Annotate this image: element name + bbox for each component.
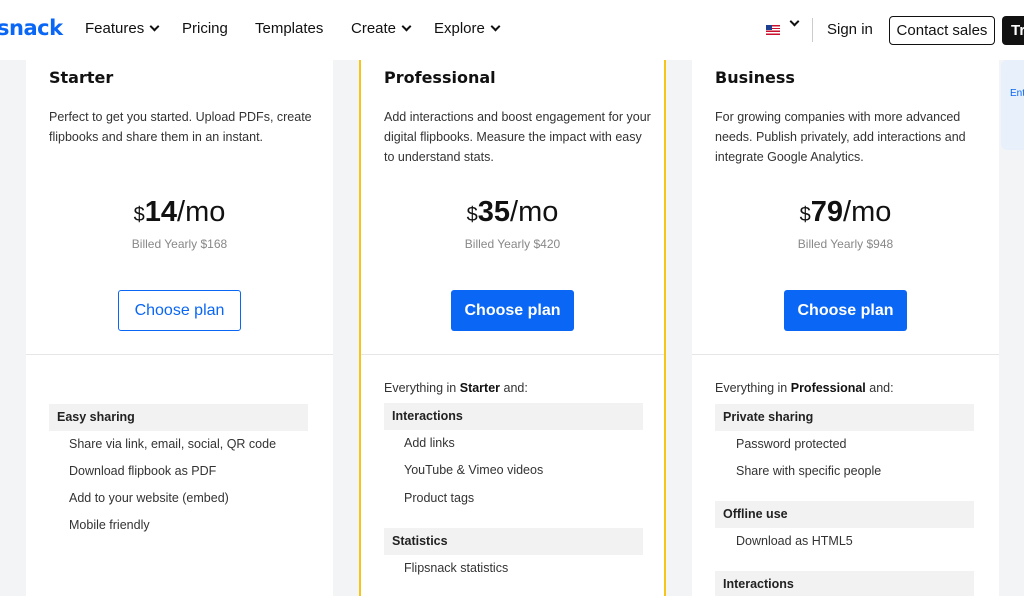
price-amount: 35 — [477, 196, 511, 228]
price-currency: $ — [133, 204, 145, 226]
enterprise-label: Ent — [1010, 88, 1024, 99]
chevron-down-icon — [490, 21, 501, 32]
plan-name: Business — [715, 68, 795, 87]
feature-item: Password protected — [736, 437, 847, 451]
nav-features-label: Features — [85, 20, 145, 37]
choose-plan-button[interactable]: Choose plan — [118, 290, 241, 331]
price-currency: $ — [799, 204, 811, 226]
feature-item: YouTube & Vimeo videos — [404, 463, 544, 477]
plan-description: Add interactions and boost engagement fo… — [384, 110, 651, 164]
nav-pricing-label: Pricing — [182, 20, 228, 37]
intro-suffix: and: — [865, 381, 894, 395]
card-divider — [692, 354, 999, 355]
nav-create-label: Create — [351, 20, 397, 37]
top-navigation: snack Features Pricing Templates Create … — [0, 0, 1024, 60]
choose-plan-button[interactable]: Choose plan — [451, 290, 574, 331]
plan-name: Starter — [49, 68, 114, 87]
intro-plan: Starter — [459, 381, 501, 395]
card-divider — [361, 354, 664, 355]
price-amount: 79 — [810, 196, 844, 228]
nav-create[interactable]: Create — [351, 20, 412, 37]
intro-prefix: Everything in — [715, 381, 791, 395]
intro-suffix: and: — [500, 381, 528, 395]
contact-sales-button[interactable]: Contact sales — [889, 16, 995, 45]
nav-divider — [812, 18, 813, 42]
plan-card-starter: Starter Perfect to get you started. Uplo… — [26, 60, 333, 596]
nav-explore[interactable]: Explore — [434, 20, 501, 37]
plan-card-business: Business For growing companies with more… — [692, 60, 999, 596]
price-period: /mo — [177, 196, 226, 228]
plan-intro: Everything in Starter and: — [384, 381, 528, 395]
nav-templates-label: Templates — [255, 20, 324, 37]
feature-group-heading: Offline use — [715, 501, 974, 528]
price-currency: $ — [466, 204, 478, 226]
nav-pricing[interactable]: Pricing — [182, 20, 228, 37]
chevron-down-icon[interactable] — [789, 16, 800, 27]
feature-item: Share via link, email, social, QR code — [69, 437, 277, 451]
plan-description: Perfect to get you started. Upload PDFs,… — [49, 110, 312, 144]
intro-prefix: Everything in — [384, 381, 460, 395]
price-amount: 14 — [144, 196, 178, 228]
sign-in-link[interactable]: Sign in — [827, 21, 873, 38]
price-period: /mo — [843, 196, 892, 228]
logo[interactable]: snack — [0, 16, 63, 40]
plan-price: $14/mo — [26, 196, 333, 229]
intro-plan: Professional — [790, 381, 866, 395]
nav-explore-label: Explore — [434, 20, 485, 37]
chevron-down-icon — [149, 21, 160, 32]
feature-item: Download flipbook as PDF — [69, 464, 217, 478]
feature-group-heading: Statistics — [384, 528, 643, 555]
feature-group-heading: Private sharing — [715, 404, 974, 431]
price-period: /mo — [510, 196, 559, 228]
billed-yearly: Billed Yearly $948 — [797, 237, 894, 251]
plan-card-enterprise-peek[interactable]: Ent — [1001, 60, 1024, 150]
plan-name: Professional — [384, 68, 496, 87]
feature-item: Share with specific people — [736, 464, 882, 478]
feature-item: Download as HTML5 — [736, 534, 853, 548]
feature-item: Product tags — [404, 491, 475, 505]
feature-item: Add to your website (embed) — [69, 491, 229, 505]
feature-group-heading: Interactions — [384, 403, 643, 430]
plan-price: $79/mo — [692, 196, 999, 229]
feature-group-heading: Easy sharing — [49, 404, 308, 431]
billed-yearly: Billed Yearly $168 — [131, 237, 228, 251]
choose-plan-button[interactable]: Choose plan — [784, 290, 907, 331]
plan-intro: Everything in Professional and: — [715, 381, 894, 395]
plan-card-professional: Professional Add interactions and boost … — [359, 60, 666, 596]
plan-description: For growing companies with more advanced… — [715, 110, 966, 164]
us-flag-icon[interactable] — [766, 25, 780, 35]
chevron-down-icon — [401, 21, 412, 32]
feature-item: Mobile friendly — [69, 518, 150, 532]
nav-features[interactable]: Features — [85, 20, 160, 37]
feature-group-heading: Interactions — [715, 571, 974, 596]
nav-templates[interactable]: Templates — [255, 20, 323, 37]
card-divider — [26, 354, 333, 355]
try-button[interactable]: Tr — [1002, 16, 1024, 45]
feature-item: Add links — [404, 436, 455, 450]
billed-yearly: Billed Yearly $420 — [464, 237, 561, 251]
feature-item: Flipsnack statistics — [404, 561, 509, 575]
plan-price: $35/mo — [361, 196, 664, 229]
